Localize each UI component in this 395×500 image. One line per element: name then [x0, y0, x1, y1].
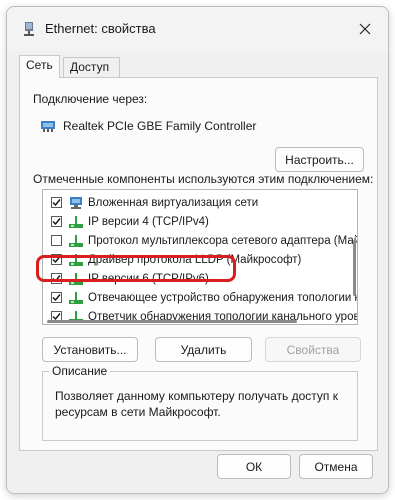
list-item-label: Протокол мультиплексора сетевого адаптер… [88, 234, 358, 247]
list-item-label: Драйвер протокола LLDP (Майкрософт) [88, 253, 302, 266]
cancel-button-label: Отмена [314, 459, 358, 474]
list-item[interactable]: IP версии 6 (TCP/IPv6) [43, 269, 353, 288]
remove-button[interactable]: Удалить [155, 337, 252, 362]
tab-network[interactable]: Сеть [19, 55, 60, 78]
network-adapter-icon [21, 21, 37, 37]
protocol-icon [69, 234, 83, 247]
adapter-name: Realtek PCIe GBE Family Controller [63, 119, 257, 133]
checkbox[interactable] [51, 254, 62, 265]
properties-button-label: Свойства [286, 342, 340, 357]
list-item[interactable]: Драйвер протокола LLDP (Майкрософт) [43, 250, 353, 269]
close-icon [359, 23, 371, 35]
horizontal-scrollbar[interactable] [43, 318, 351, 324]
protocol-icon [69, 291, 83, 304]
configure-button[interactable]: Настроить... [275, 147, 364, 172]
ok-button[interactable]: ОК [217, 454, 291, 479]
list-item-label: Отвечающее устройство обнаружения тополо… [88, 291, 358, 304]
network-service-icon [70, 196, 82, 209]
connect-using-label: Подключение через: [33, 92, 148, 106]
network-tab-panel: Подключение через: Realtek PCIe GBE Fami… [19, 77, 378, 451]
remove-button-label: Удалить [180, 342, 227, 357]
list-item[interactable]: Протокол мультиплексора сетевого адаптер… [43, 231, 357, 250]
ok-button-label: ОК [245, 459, 263, 474]
checkbox[interactable] [51, 273, 62, 284]
list-item-label: IP версии 6 (TCP/IPv6) [88, 272, 209, 285]
protocol-icon [69, 215, 83, 228]
list-item[interactable]: Отвечающее устройство обнаружения тополо… [43, 288, 357, 307]
configure-button-label: Настроить... [285, 152, 354, 167]
scroll-thumb[interactable] [353, 240, 356, 296]
components-list[interactable]: Вложенная виртуализация сети IP версии 4… [42, 189, 358, 325]
properties-button[interactable]: Свойства [265, 337, 361, 362]
description-text: Позволяет данному компьютеру получать до… [55, 389, 338, 419]
vertical-scrollbar[interactable] [351, 190, 357, 324]
list-item-label: Вложенная виртуализация сети [88, 196, 259, 209]
list-item-label: IP версии 4 (TCP/IPv4) [88, 215, 209, 228]
description-title: Описание [49, 364, 111, 378]
protocol-icon [69, 272, 83, 285]
network-card-icon [41, 121, 55, 132]
install-button-label: Установить... [53, 342, 127, 357]
cancel-button[interactable]: Отмена [299, 454, 373, 479]
scroll-thumb[interactable] [47, 320, 297, 323]
close-button[interactable] [342, 7, 388, 51]
title-bar: Ethernet: свойства [7, 7, 388, 51]
tab-sharing[interactable]: Доступ [63, 57, 120, 77]
properties-dialog: Ethernet: свойства Сеть Доступ Подключен… [6, 6, 389, 494]
protocol-icon [69, 253, 83, 266]
components-label: Отмеченные компоненты используются этим … [33, 172, 374, 186]
adapter-row: Realtek PCIe GBE Family Controller [40, 116, 360, 136]
checkbox[interactable] [51, 235, 62, 246]
checkbox[interactable] [51, 292, 62, 303]
description-group: Описание Позволяет данному компьютеру по… [42, 364, 358, 441]
install-button[interactable]: Установить... [42, 337, 138, 362]
list-item[interactable]: IP версии 4 (TCP/IPv4) [43, 212, 353, 231]
list-item[interactable]: Вложенная виртуализация сети [43, 193, 353, 212]
checkbox[interactable] [51, 216, 62, 227]
window-title: Ethernet: свойства [45, 21, 156, 36]
checkbox[interactable] [51, 197, 62, 208]
